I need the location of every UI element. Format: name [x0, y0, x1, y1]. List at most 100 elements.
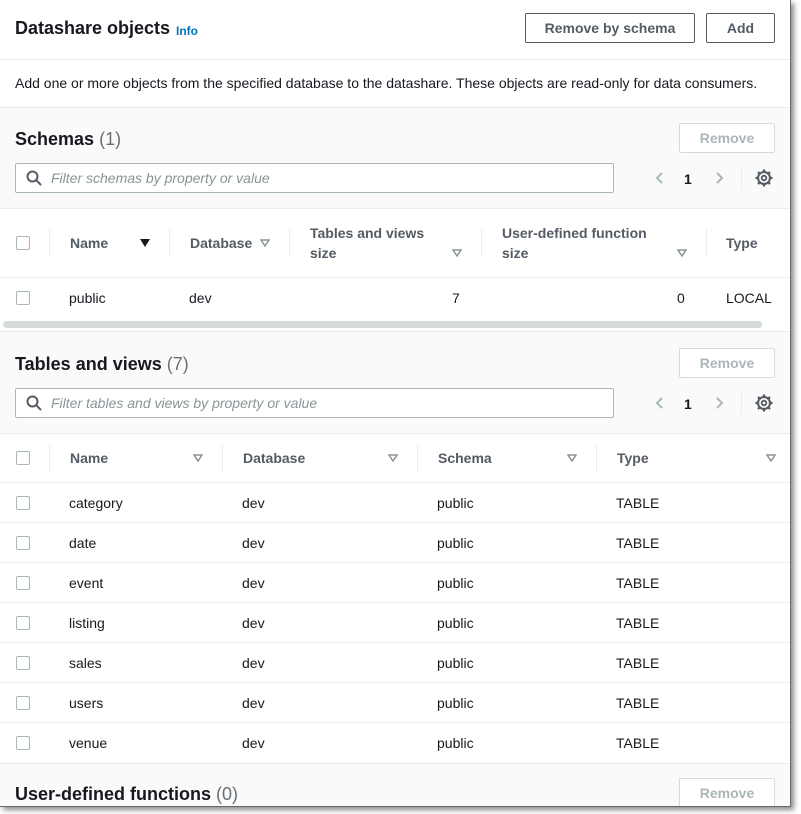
schemas-title-text: Schemas — [15, 129, 95, 149]
table-row[interactable]: event dev public TABLE — [0, 563, 790, 603]
schemas-page-number[interactable]: 1 — [684, 171, 692, 187]
table-row[interactable]: date dev public TABLE — [0, 523, 790, 563]
chevron-left-icon[interactable] — [653, 171, 667, 185]
table-schema-cell: public — [437, 655, 474, 671]
schemas-search-field[interactable] — [15, 163, 614, 193]
table-type-cell: TABLE — [616, 575, 660, 591]
schemas-header-area — [0, 108, 790, 208]
table-name-cell: listing — [69, 615, 105, 631]
row-checkbox[interactable] — [16, 616, 30, 630]
schemas-col-type[interactable]: Type — [726, 233, 758, 253]
schemas-remove-button[interactable]: Remove — [679, 123, 775, 153]
schema-name-cell: public — [69, 290, 106, 306]
column-divider — [222, 444, 223, 472]
col-label-line: User-defined function — [502, 225, 647, 241]
column-divider — [481, 229, 482, 257]
sort-neutral-icon[interactable] — [567, 454, 577, 462]
chevron-right-icon[interactable] — [712, 171, 726, 185]
table-schema-cell: public — [437, 575, 474, 591]
table-name-cell: category — [69, 495, 123, 511]
table-schema-cell: public — [437, 615, 474, 631]
table-type-cell: TABLE — [616, 655, 660, 671]
search-icon — [26, 170, 42, 186]
chevron-right-icon[interactable] — [712, 396, 726, 410]
add-button[interactable]: Add — [706, 13, 775, 43]
table-row[interactable]: venue dev public TABLE — [0, 723, 790, 763]
table-row[interactable]: listing dev public TABLE — [0, 603, 790, 643]
sort-neutral-icon[interactable] — [766, 454, 776, 462]
tables-search-field[interactable] — [15, 388, 614, 418]
tables-col-schema[interactable]: Schema — [438, 448, 492, 468]
tables-table-top-border — [0, 433, 790, 434]
tables-col-name[interactable]: Name — [70, 448, 108, 468]
tables-title-text: Tables and views — [15, 354, 162, 374]
table-database-cell: dev — [242, 495, 265, 511]
table-database-cell: dev — [242, 655, 265, 671]
schemas-table-top-border — [0, 208, 790, 209]
schema-type-cell: LOCAL — [726, 290, 772, 306]
sort-neutral-icon[interactable] — [677, 249, 687, 257]
schemas-search-input[interactable] — [51, 170, 613, 186]
row-checkbox[interactable] — [16, 536, 30, 550]
schemas-col-tables-views-size[interactable]: Tables and views size — [310, 223, 424, 263]
udfs-remove-button[interactable]: Remove — [679, 778, 775, 806]
table-row[interactable]: category dev public TABLE — [0, 483, 790, 523]
table-schema-cell: public — [437, 695, 474, 711]
panel-description: Add one or more objects from the specifi… — [15, 75, 758, 91]
table-row[interactable]: sales dev public TABLE — [0, 643, 790, 683]
table-schema-cell: public — [437, 535, 474, 551]
table-name-cell: venue — [69, 735, 108, 751]
table-row[interactable]: public dev 7 0 LOCAL — [0, 278, 790, 318]
pager-divider — [741, 392, 742, 414]
table-type-cell: TABLE — [616, 535, 660, 551]
table-row[interactable]: users dev public TABLE — [0, 683, 790, 723]
tables-col-database[interactable]: Database — [243, 448, 305, 468]
row-checkbox[interactable] — [16, 291, 30, 305]
col-label-line: size — [310, 245, 337, 261]
table-database-cell: dev — [242, 695, 265, 711]
sort-descending-icon[interactable] — [140, 239, 150, 247]
col-label-line: Tables and views — [310, 225, 425, 241]
schemas-col-name[interactable]: Name — [70, 233, 108, 253]
tables-select-all-checkbox[interactable] — [16, 451, 30, 465]
row-checkbox[interactable] — [16, 736, 30, 750]
row-checkbox[interactable] — [16, 696, 30, 710]
remove-by-schema-button[interactable]: Remove by schema — [525, 13, 695, 43]
table-database-cell: dev — [242, 615, 265, 631]
table-schema-cell: public — [437, 495, 474, 511]
sort-neutral-icon[interactable] — [452, 249, 462, 257]
table-database-cell: dev — [242, 735, 265, 751]
schema-database-cell: dev — [189, 290, 212, 306]
gear-icon[interactable] — [755, 394, 773, 412]
schemas-select-all-checkbox[interactable] — [16, 236, 30, 250]
table-name-cell: event — [69, 575, 104, 591]
schemas-col-udf-size[interactable]: User-defined function size — [502, 223, 647, 263]
row-checkbox[interactable] — [16, 576, 30, 590]
tables-col-type[interactable]: Type — [617, 448, 649, 468]
sort-neutral-icon[interactable] — [260, 239, 270, 247]
schemas-title: Schemas (1) — [15, 129, 121, 150]
tables-title: Tables and views (7) — [15, 354, 189, 375]
row-checkbox[interactable] — [16, 496, 30, 510]
schemas-col-database[interactable]: Database — [190, 233, 252, 253]
column-divider — [49, 444, 50, 472]
tables-search-input[interactable] — [51, 395, 613, 411]
tables-page-number[interactable]: 1 — [684, 396, 692, 412]
tables-remove-button[interactable]: Remove — [679, 348, 775, 378]
info-link[interactable]: Info — [176, 24, 198, 38]
sort-neutral-icon[interactable] — [388, 454, 398, 462]
horizontal-scrollbar[interactable] — [3, 321, 762, 328]
table-type-cell: TABLE — [616, 695, 660, 711]
table-type-cell: TABLE — [616, 735, 660, 751]
table-name-cell: users — [69, 695, 104, 711]
chevron-left-icon[interactable] — [653, 396, 667, 410]
sort-neutral-icon[interactable] — [193, 454, 203, 462]
column-divider — [289, 229, 290, 257]
gear-icon[interactable] — [755, 169, 773, 187]
row-checkbox[interactable] — [16, 656, 30, 670]
udfs-title: User-defined functions (0) — [15, 784, 238, 805]
column-divider — [596, 444, 597, 472]
column-divider — [169, 229, 170, 257]
column-divider — [706, 229, 707, 257]
table-type-cell: TABLE — [616, 495, 660, 511]
